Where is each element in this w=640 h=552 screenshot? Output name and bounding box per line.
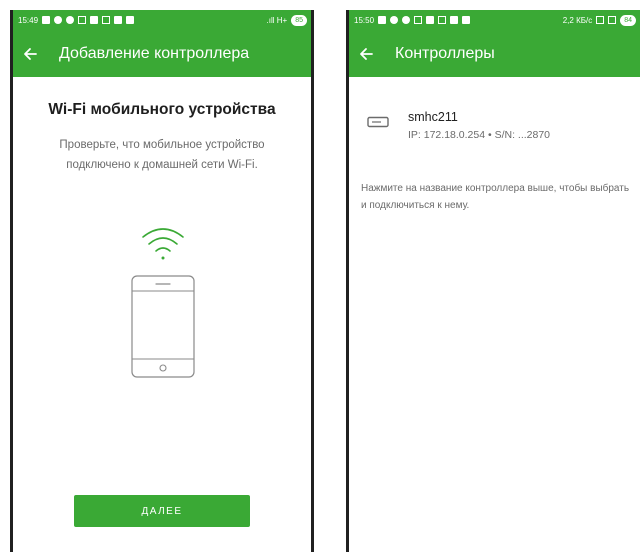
mail-notification-icon [414,16,423,24]
check-notification-icon [390,16,399,24]
home-notification-icon [378,16,387,24]
status-bar: 15:50 2,2 КБ/с 84 [349,10,640,30]
network-text: .ıll H+ [266,15,288,25]
controller-list-item[interactable]: smhc211 IP: 172.18.0.254 • S/N: ...2870 [349,102,640,152]
app-bar: Добавление контроллера [13,30,311,77]
status-time: 15:50 [354,15,375,25]
notification-icons [378,16,471,24]
controller-info: IP: 172.18.0.254 • S/N: ...2870 [408,129,551,141]
status-right: 2,2 КБ/с 84 [563,10,636,30]
home-notification-icon [42,16,51,24]
image-notification-icon [90,16,99,24]
wifi-signal-icon [142,228,184,260]
router-icon [367,116,389,128]
mail-notification-icon [78,16,87,24]
trash-notification-icon [462,16,471,24]
app-bar-title: Контроллеры [395,44,495,62]
smartphone-icon [131,275,195,378]
status-time: 15:49 [18,15,39,25]
screen-heading: Wi-Fi мобильного устройства [48,101,276,118]
left-phone-screen: 15:49 .ıll H+ 85 Добавление контроллера … [10,10,314,552]
trash-notification-icon [126,16,135,24]
hint-text: Нажмите на название контроллера выше, чт… [361,183,630,211]
app-notification-icon [66,16,75,24]
main-content: Wi-Fi мобильного устройства Проверьте, ч… [13,77,311,552]
download-notification-icon [102,16,111,24]
download-notification-icon [438,16,447,24]
image-notification-icon [426,16,435,24]
trash-notification-icon [114,16,123,24]
status-bar: 15:49 .ıll H+ 85 [13,10,311,30]
battery-icon: 84 [620,14,636,26]
screen-description: Проверьте, что мобильное устройство подк… [59,139,265,171]
arrow-back-icon[interactable] [13,30,47,77]
arrow-back-icon[interactable] [349,30,383,77]
illustration [131,228,195,378]
right-phone-screen: 15:50 2,2 КБ/с 84 Контроллеры smhc211 IP… [346,10,640,552]
wifi-icon [608,16,617,24]
app-notification-icon [402,16,411,24]
trash-notification-icon [450,16,459,24]
network-speed: 2,2 КБ/с [562,15,593,25]
app-bar: Контроллеры [349,30,640,77]
notification-icons [42,16,135,24]
signal-icon [596,16,605,24]
check-notification-icon [54,16,63,24]
next-button[interactable]: ДАЛЕЕ [74,495,250,527]
controller-name: smhc211 [408,110,458,124]
app-bar-title: Добавление контроллера [59,44,250,62]
status-right: .ıll H+ 85 [267,10,307,30]
battery-icon: 85 [291,14,307,26]
